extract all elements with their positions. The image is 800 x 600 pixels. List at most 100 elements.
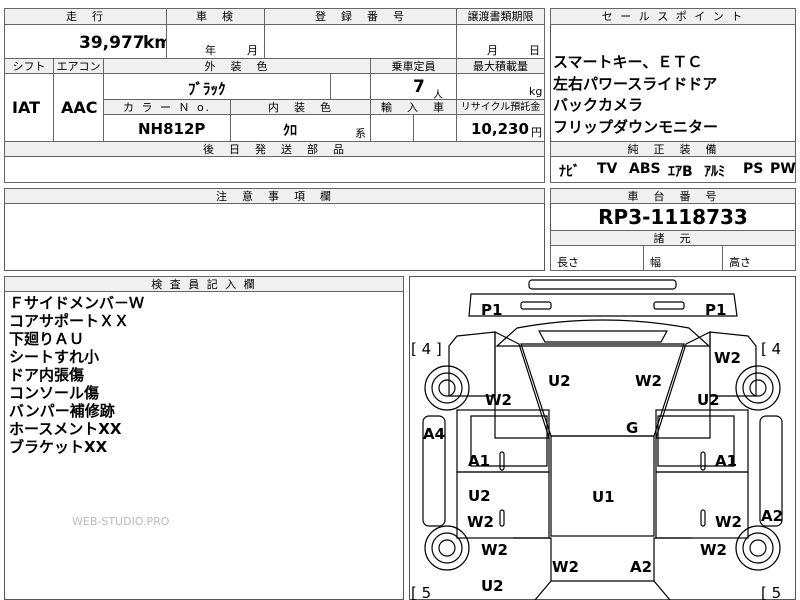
mark-w2-left: W2 (485, 391, 512, 409)
mark-w2-front-center: W2 (635, 372, 662, 390)
inspector-notes-list: Ｆサイドメンバ－Ｗ コアサポートＸＸ 下廻りＡＵ シートすれ小 ドア内張傷 コン… (9, 294, 144, 456)
color-no-header: カ ラ ー Ｎ o. (103, 99, 231, 115)
import-cell-a (370, 114, 414, 142)
inspector-note: ホースメントXX (9, 420, 122, 438)
recycle-deposit-value: 10,230 (471, 120, 529, 138)
transfer-month: 月 (487, 44, 498, 57)
inspector-note: 下廻りＡＵ (9, 330, 85, 348)
inspection-cell: 年 月 (166, 24, 265, 59)
inspector-header: 検 査 員 記 入 欄 (4, 276, 404, 292)
oem-equipment-header: 純 正 装 備 (550, 141, 796, 157)
sales-point-item: フリップダウンモニター (553, 117, 719, 136)
mark-a2-rear: A2 (630, 558, 652, 576)
mark-g: G (626, 419, 638, 437)
height-label: 高さ (729, 256, 751, 269)
inspection-month: 月 (247, 44, 258, 57)
chassis-number: RP3-1118733 (598, 205, 748, 229)
equip-alloy: ｱﾙﾐ (704, 164, 725, 180)
mark-w2-front-right: W2 (714, 349, 741, 367)
registration-header: 登 録 番 号 (264, 8, 457, 25)
aircon-value: AAC (61, 98, 98, 117)
equip-abs: ABS (629, 161, 661, 177)
exterior-color-value: ﾌﾞﾗｯｸ (188, 80, 226, 98)
inspector-note: ドア内張傷 (9, 366, 85, 384)
transfer-deadline-header: 譲渡書類期限 (456, 8, 545, 25)
mark-w2-left-rear: W2 (481, 541, 508, 559)
interior-color-cell: ｸﾛ 系 (230, 114, 371, 142)
chassis-number-header: 車 台 番 号 (550, 188, 796, 204)
exterior-color-cell: ﾌﾞﾗｯｸ (103, 73, 331, 100)
sales-point-header: セ ー ル ス ポ イ ン ト (550, 8, 796, 25)
mark-p1-left: P1 (481, 301, 502, 319)
mark-4-right: [ 4 (761, 340, 781, 358)
mark-a4: A4 (423, 425, 445, 443)
notes-header: 注 意 事 項 欄 (4, 188, 545, 204)
sales-point-item: 左右パワースライドドア (553, 74, 718, 93)
capacity-cell: 7 人 (370, 73, 457, 101)
mileage-header: 走 行 (4, 8, 167, 25)
shift-value: IAT (12, 98, 41, 117)
equip-ps: PS (743, 161, 764, 177)
inspector-note: コアサポートＸＸ (9, 312, 130, 330)
mark-w2-rear-center: W2 (552, 558, 579, 576)
shift-value-cell: IAT (4, 73, 54, 142)
width-cell: 幅 (643, 245, 723, 271)
later-parts-header: 後 日 発 送 部 品 (4, 141, 545, 157)
length-cell: 長さ (550, 245, 644, 271)
interior-color-unit: 系 (355, 127, 366, 140)
sales-point-item: スマートキー、ＥＴＣ (553, 53, 703, 71)
aircon-header: エアコン (53, 58, 104, 74)
inspector-note: シートすれ小 (9, 348, 100, 366)
mark-u2-front-left: U2 (548, 372, 571, 390)
later-parts-cell (4, 156, 545, 183)
color-no-value: NH812P (138, 120, 206, 138)
inspector-note: コンソール傷 (9, 384, 100, 402)
transfer-day: 日 (529, 44, 540, 57)
mileage-cell: 39,977 km (4, 24, 172, 59)
interior-color-header: 内 装 色 (230, 99, 371, 115)
capacity-value: 7 (413, 77, 425, 97)
color-no-cell: NH812P (103, 114, 231, 142)
shift-header: シフト (4, 58, 54, 74)
recycle-deposit-header: リサイクル預託金 (456, 99, 545, 115)
max-load-cell: kg (456, 73, 545, 100)
recycle-deposit-unit: 円 (531, 126, 542, 139)
mark-a2-right: A2 (761, 507, 783, 525)
inspection-header: 車 検 (166, 8, 265, 25)
sales-point-list: スマートキー、ＥＴＣ 左右パワースライドドア バックカメラ フリップダウンモニタ… (553, 52, 718, 138)
inspector-note: ブラケットXX (9, 438, 108, 456)
max-load-header: 最大積載量 (456, 58, 545, 74)
watermark: WEB-STUDIO.PRO (72, 515, 170, 528)
mark-u2-left-door: U2 (468, 487, 491, 505)
equip-tv: TV (597, 161, 618, 177)
inspector-note: Ｆサイドメンバ－Ｗ (9, 294, 145, 312)
sales-point-item: バックカメラ (553, 96, 644, 114)
mileage-value: 39,977 (79, 33, 145, 53)
recycle-deposit-cell: 10,230 円 (456, 114, 545, 142)
mark-u2-rear: U2 (481, 577, 504, 595)
specs-header: 諸 元 (550, 230, 796, 246)
equip-navi: ﾅﾋﾞ (559, 164, 580, 180)
equip-pw: PW (770, 161, 796, 177)
mark-4-left: [ 4 ] (411, 340, 442, 358)
car-damage-diagram: P1 P1 [ 4 ] [ 4 W2 U2 W2 W2 U2 A4 G A1 A… (411, 279, 783, 600)
mark-u1: U1 (592, 488, 615, 506)
mark-p1-right: P1 (705, 301, 726, 319)
length-label: 長さ (557, 256, 579, 269)
height-cell: 高さ (722, 245, 796, 271)
import-cell-b (413, 114, 457, 142)
interior-color-value: ｸﾛ (283, 123, 297, 139)
capacity-header: 乗車定員 (370, 58, 457, 74)
mark-w2-right-rear: W2 (700, 541, 727, 559)
exterior-color-header: 外 装 色 (103, 58, 371, 74)
max-load-unit: kg (529, 85, 543, 98)
aircon-value-cell: AAC (53, 73, 104, 142)
mark-5-right: [ 5 (761, 584, 781, 600)
mark-a1-left: A1 (468, 452, 490, 470)
inspector-note: バンパー補修跡 (9, 402, 115, 420)
exterior-color-extra-cell (330, 73, 371, 100)
transfer-deadline-cell: 月 日 (456, 24, 545, 59)
oem-equipment-cell: ﾅﾋﾞ TV ABS ｴｱB ｱﾙﾐ PS PW (550, 156, 796, 183)
width-label: 幅 (650, 256, 661, 269)
mark-5-left: [ 5 (411, 584, 431, 600)
